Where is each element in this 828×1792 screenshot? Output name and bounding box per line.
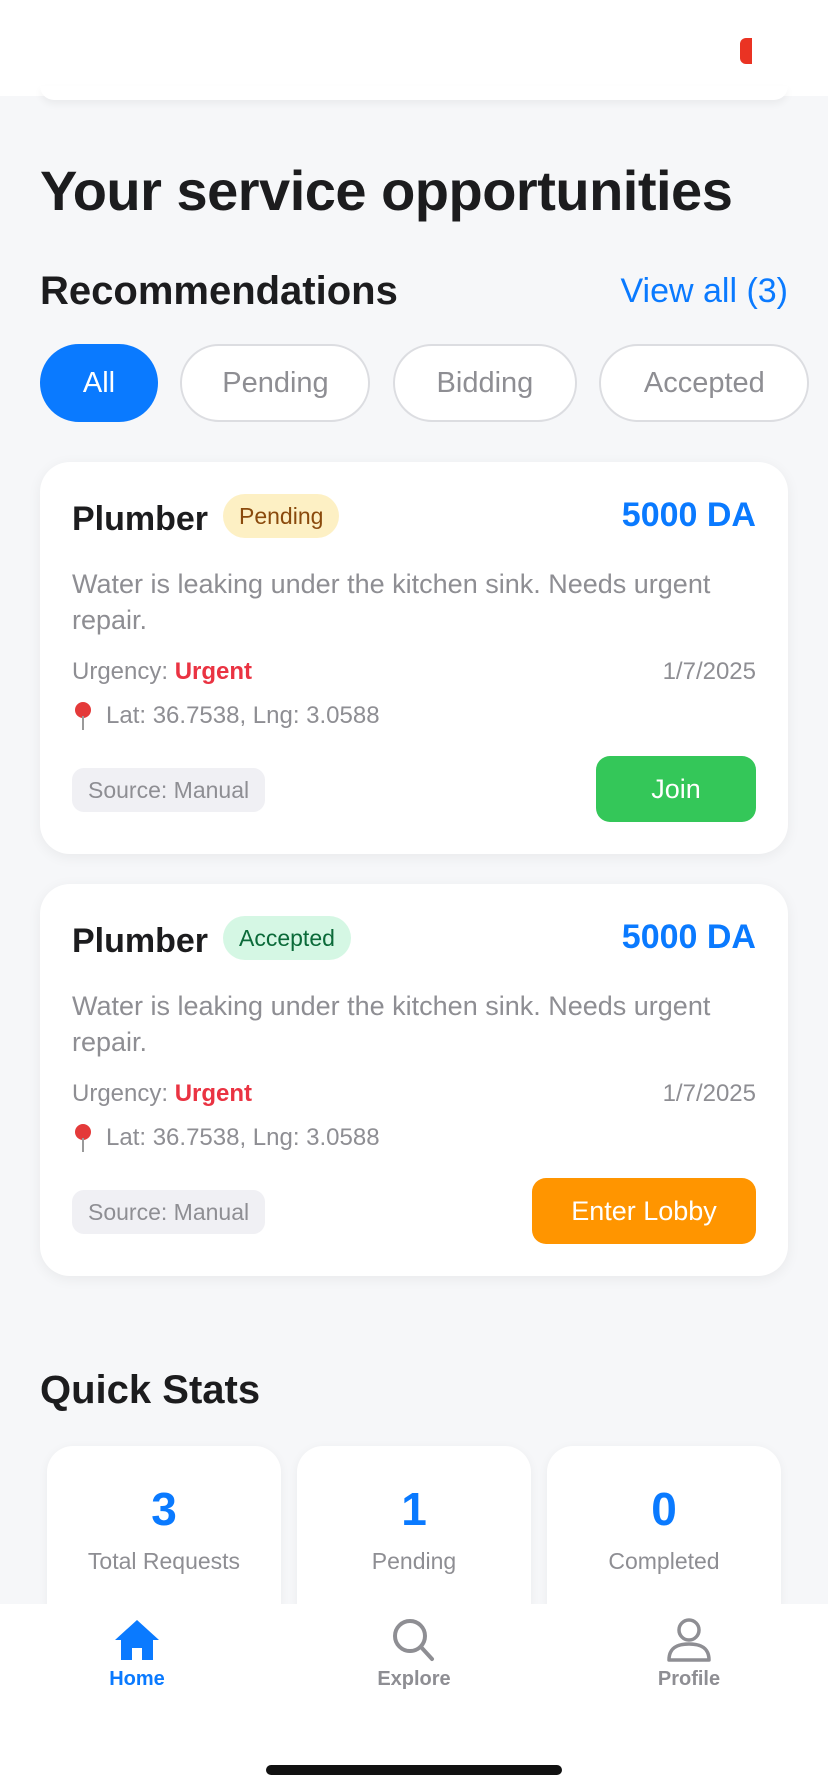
request-card[interactable]: Plumber Pending 5000 DA Water is leaking… [40,462,788,854]
urgency-value: Urgent [174,658,253,685]
stat-label: Pending [371,1548,457,1574]
tab-home[interactable]: Home [67,1616,207,1691]
home-indicator [266,1765,562,1775]
tab-label: Explore [377,1668,451,1690]
location-text: Lat: 36.7538, Lng: 3.0588 [106,702,380,729]
notification-indicator [740,38,752,64]
filter-chips: All Pending Bidding Accepted [40,344,828,422]
recommendations-heading: Recommendations [40,268,398,313]
stat-card-total-requests: 3 Total Requests [47,1446,281,1606]
search-icon [393,1619,434,1661]
house-icon [115,1620,159,1660]
pin-icon [72,702,94,730]
stat-value: 3 [151,1483,177,1535]
location: Lat: 36.7538, Lng: 3.0588 [72,1124,380,1152]
status-badge: Accepted [223,916,351,960]
source-tag: Source: Manual [72,768,266,812]
join-button[interactable]: Join [596,756,756,822]
request-date: 1/7/2025 [662,658,756,685]
view-all-link[interactable]: View all (3) [620,272,788,311]
location-text: Lat: 36.7538, Lng: 3.0588 [106,1124,380,1151]
stat-card-completed: 0 Completed [547,1446,781,1606]
request-card[interactable]: Plumber Accepted 5000 DA Water is leakin… [40,884,788,1276]
tab-explore[interactable]: Explore [344,1616,484,1691]
filter-chip-bidding[interactable]: Bidding [392,344,577,422]
urgency: Urgency: Urgent [72,1080,252,1108]
urgency-label: Urgency: [72,1080,169,1107]
person-icon [667,1618,711,1662]
urgency-value: Urgent [174,1080,253,1107]
price: 5000 DA [621,496,756,534]
stat-label: Completed [608,1548,720,1574]
price: 5000 DA [621,918,756,956]
stat-value: 0 [651,1483,677,1535]
service-title: Plumber [72,922,209,960]
description: Water is leaking under the kitchen sink.… [72,991,711,1057]
tab-profile[interactable]: Profile [619,1616,759,1691]
service-title: Plumber [72,500,209,538]
stat-card-pending: 1 Pending [297,1446,531,1606]
description: Water is leaking under the kitchen sink.… [72,569,711,635]
header-card-edge [40,86,788,100]
tab-bar: Home Explore Profile [0,1604,828,1792]
page-title: Your service opportunities [40,159,733,222]
filter-chip-accepted[interactable]: Accepted [599,344,810,422]
status-badge: Pending [223,494,340,538]
enter-lobby-button[interactable]: Enter Lobby [532,1178,756,1244]
request-date: 1/7/2025 [662,1080,756,1107]
stat-label: Total Requests [87,1548,241,1574]
source-tag: Source: Manual [72,1190,266,1234]
filter-chip-all[interactable]: All [40,344,158,422]
recommendations-header: Recommendations View all (3) [40,266,788,316]
stat-value: 1 [401,1483,427,1535]
filter-chip-pending[interactable]: Pending [180,344,371,422]
tab-label: Profile [657,1668,721,1690]
pin-icon [72,1124,94,1152]
urgency: Urgency: Urgent [72,658,252,686]
quick-stats-heading: Quick Stats [40,1368,261,1412]
tab-label: Home [109,1668,165,1690]
location: Lat: 36.7538, Lng: 3.0588 [72,702,380,730]
urgency-label: Urgency: [72,658,169,685]
top-header [0,0,828,96]
